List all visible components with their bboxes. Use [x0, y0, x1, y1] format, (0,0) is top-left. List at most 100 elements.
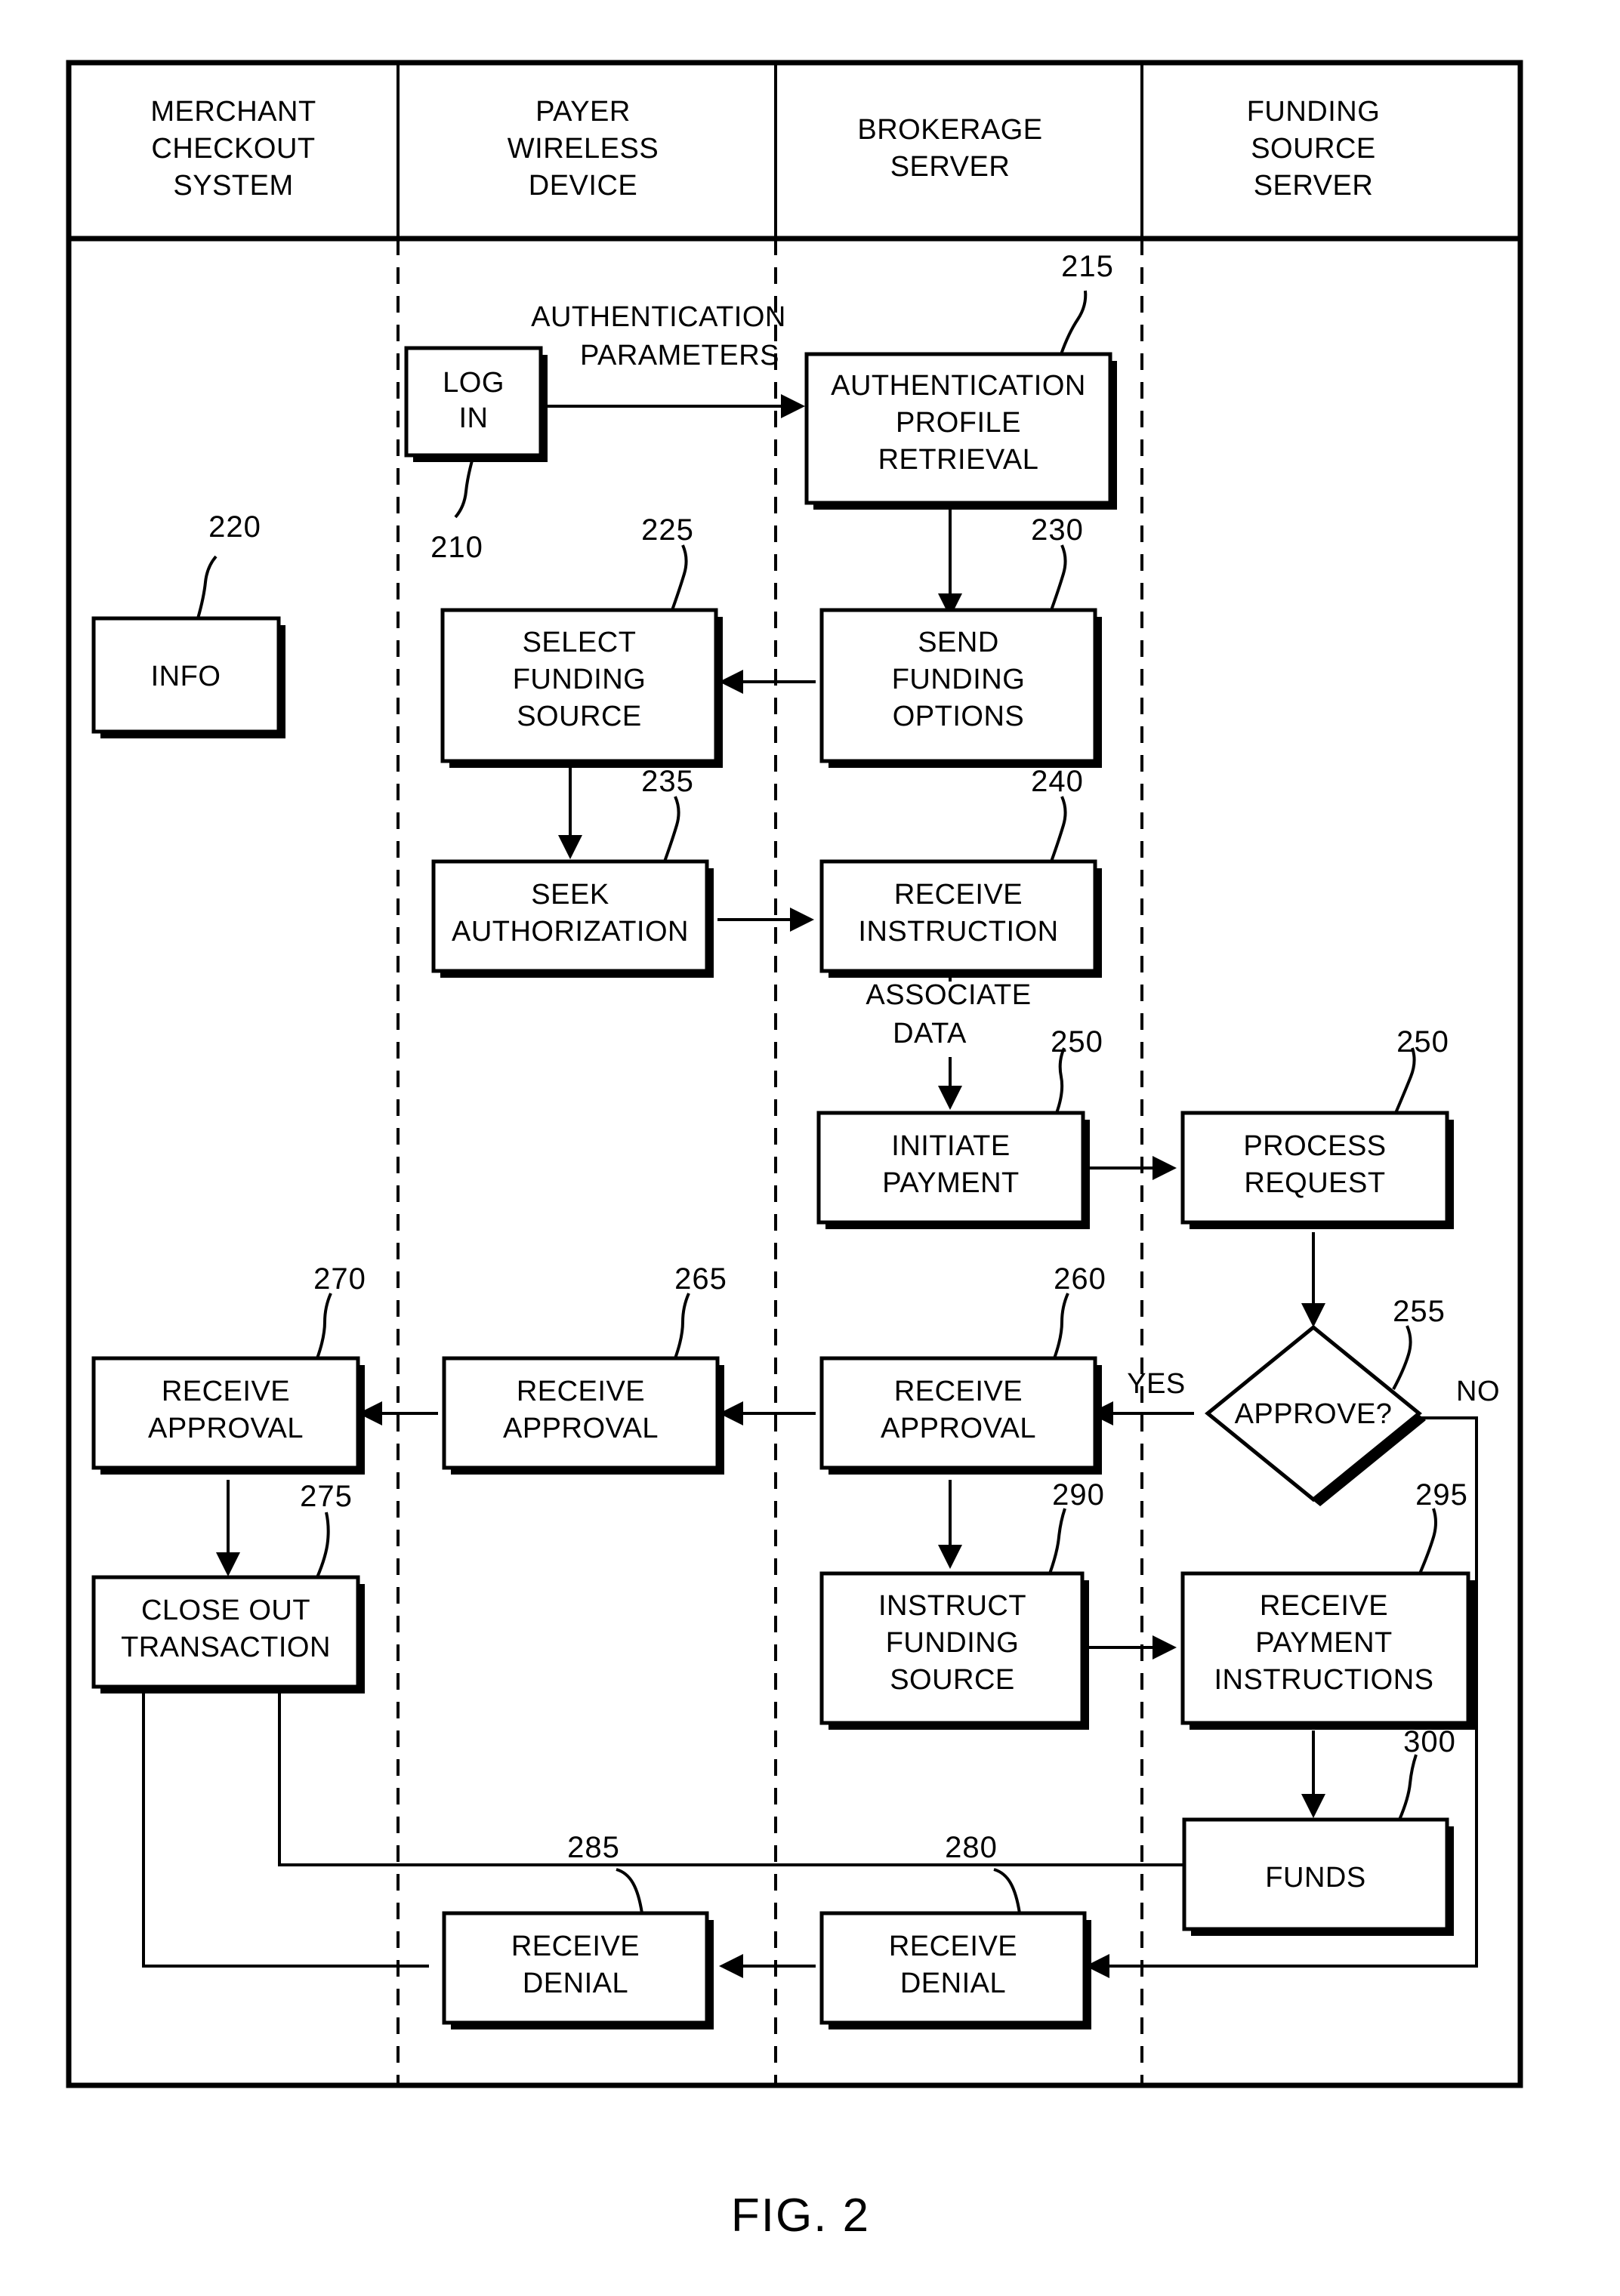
node-label-line: INSTRUCT — [878, 1590, 1026, 1622]
edge-label-line: ASSOCIATE — [866, 979, 1031, 1011]
patent-figure: MERCHANT CHECKOUT SYSTEM PAYER WIRELESS … — [0, 0, 1620, 2296]
node-receive-denial-payer[interactable]: RECEIVE DENIAL 285 — [442, 1831, 714, 2029]
leader-line-275 — [316, 1512, 330, 1578]
node-receive-approval-merchant[interactable]: RECEIVE APPROVAL 270 — [91, 1262, 366, 1475]
ref-number-270: 270 — [313, 1262, 366, 1296]
ref-number-265: 265 — [674, 1262, 727, 1296]
node-authentication-profile-retrieval[interactable]: AUTHENTICATION PROFILE RETRIEVAL 215 — [804, 250, 1117, 510]
node-label-line: INITIATE — [891, 1130, 1010, 1162]
node-funds[interactable]: FUNDS 300 — [1182, 1725, 1456, 1936]
node-label-line: FUNDING — [513, 664, 646, 695]
lane-header-brokerage: BROKERAGE SERVER — [857, 114, 1042, 183]
node-label-line: REQUEST — [1244, 1167, 1385, 1199]
ref-number-245: 250 — [1051, 1025, 1103, 1059]
node-label-line: TRANSACTION — [121, 1632, 331, 1663]
edge-label-line: DATA — [893, 1018, 967, 1049]
node-label-line: RECEIVE — [894, 879, 1023, 911]
node-receive-instruction[interactable]: RECEIVE INSTRUCTION 240 — [819, 765, 1102, 978]
node-label-line: DENIAL — [523, 1968, 628, 1999]
lane-title-line: WIRELESS — [508, 133, 659, 165]
edge-label-yes: YES — [1127, 1368, 1186, 1400]
node-label-line: INFO — [151, 661, 221, 692]
node-label-line: DENIAL — [900, 1968, 1006, 1999]
leader-line-260 — [1053, 1293, 1069, 1359]
ref-number-275: 275 — [300, 1480, 353, 1513]
ref-number-220: 220 — [208, 510, 261, 544]
leader-line-225 — [671, 544, 688, 611]
leader-line-240 — [1050, 796, 1067, 862]
node-label-line: APPROVAL — [503, 1413, 659, 1444]
leader-line-235 — [663, 796, 680, 862]
leader-line-265 — [674, 1293, 690, 1359]
node-send-funding-options[interactable]: SEND FUNDING OPTIONS 230 — [819, 513, 1102, 768]
node-label-line: APPROVAL — [148, 1413, 304, 1444]
node-label-line: RECEIVE — [894, 1376, 1023, 1407]
node-label-line: INSTRUCTIONS — [1214, 1664, 1434, 1696]
node-label-line: IN — [459, 402, 489, 434]
ref-number-215: 215 — [1061, 250, 1114, 283]
lane-title-line: SERVER — [1254, 170, 1374, 202]
node-label-line: SOURCE — [890, 1664, 1015, 1696]
ref-number-285: 285 — [567, 1831, 620, 1864]
leader-line-270 — [316, 1293, 332, 1359]
ref-number-230: 230 — [1031, 513, 1084, 547]
node-process-request[interactable]: PROCESS REQUEST 250 — [1180, 1025, 1454, 1229]
node-label-line: INSTRUCTION — [858, 916, 1058, 948]
leader-line-285 — [616, 1868, 643, 1914]
ref-number-260: 260 — [1054, 1262, 1106, 1296]
leader-line-290 — [1048, 1508, 1066, 1574]
ref-number-295: 295 — [1415, 1478, 1468, 1512]
node-label-line: RECEIVE — [511, 1931, 640, 1962]
node-label-line: APPROVE? — [1235, 1398, 1393, 1430]
leader-line-300 — [1398, 1754, 1418, 1820]
node-receive-denial-brokerage[interactable]: RECEIVE DENIAL 280 — [819, 1831, 1091, 2029]
ref-number-255: 255 — [1393, 1295, 1446, 1328]
leader-line-280 — [993, 1868, 1021, 1914]
lane-header-merchant: MERCHANT CHECKOUT SYSTEM — [150, 96, 316, 202]
node-label-line: PROCESS — [1243, 1130, 1386, 1162]
node-label-line: RETRIEVAL — [878, 444, 1039, 476]
leader-line-215 — [1060, 290, 1088, 355]
ref-number-240: 240 — [1031, 765, 1084, 798]
ref-number-250: 250 — [1396, 1025, 1449, 1059]
ref-number-210: 210 — [430, 531, 483, 564]
leader-line-210 — [454, 455, 475, 519]
node-select-funding-source[interactable]: SELECT FUNDING SOURCE 225 — [440, 513, 723, 768]
node-label-line: APPROVAL — [881, 1413, 1036, 1444]
leader-line-295 — [1418, 1508, 1437, 1574]
lane-title-line: BROKERAGE — [857, 114, 1042, 146]
node-label-line: SEND — [918, 627, 999, 658]
lane-title-line: SYSTEM — [173, 170, 293, 202]
figure-caption: FIG. 2 — [731, 2190, 870, 2242]
node-label-line: PAYMENT — [882, 1167, 1020, 1199]
lane-title-line: SOURCE — [1251, 133, 1376, 165]
node-seek-authorization[interactable]: SEEK AUTHORIZATION 235 — [431, 765, 714, 978]
node-initiate-payment[interactable]: INITIATE PAYMENT 250 — [816, 1025, 1103, 1229]
lane-title-line: CHECKOUT — [151, 133, 315, 165]
node-label-line: FUNDING — [886, 1627, 1020, 1659]
node-label-line: RECEIVE — [517, 1376, 645, 1407]
ref-number-300: 300 — [1403, 1725, 1456, 1758]
lane-header-payer: PAYER WIRELESS DEVICE — [508, 96, 659, 202]
node-approve-decision[interactable]: APPROVE? 255 — [1205, 1295, 1446, 1506]
node-info[interactable]: INFO 220 — [91, 510, 285, 738]
leader-line-230 — [1050, 544, 1067, 611]
node-label-line: FUNDING — [892, 664, 1026, 695]
node-instruct-funding-source[interactable]: INSTRUCT FUNDING SOURCE 290 — [819, 1478, 1105, 1730]
edge-label-no: NO — [1456, 1376, 1500, 1407]
connector-285-to-275 — [142, 1653, 429, 1968]
node-label-line: FUNDS — [1265, 1862, 1365, 1894]
edge-label-line: AUTHENTICATION — [531, 301, 786, 333]
node-label-line: CLOSE OUT — [141, 1595, 310, 1626]
ref-number-225: 225 — [641, 513, 694, 547]
ref-number-280: 280 — [945, 1831, 998, 1864]
node-receive-payment-instructions[interactable]: RECEIVE PAYMENT INSTRUCTIONS 295 — [1180, 1478, 1475, 1730]
edge-label-line: PARAMETERS — [580, 340, 779, 371]
node-label-line: AUTHENTICATION — [831, 370, 1086, 402]
node-log-in[interactable]: LOG IN 210 — [404, 346, 548, 564]
lane-title-line: MERCHANT — [150, 96, 316, 128]
ref-number-235: 235 — [641, 765, 694, 798]
node-receive-approval-brokerage[interactable]: RECEIVE APPROVAL 260 — [819, 1262, 1106, 1475]
node-label-line: PAYMENT — [1255, 1627, 1393, 1659]
node-receive-approval-payer[interactable]: RECEIVE APPROVAL 265 — [442, 1262, 727, 1475]
